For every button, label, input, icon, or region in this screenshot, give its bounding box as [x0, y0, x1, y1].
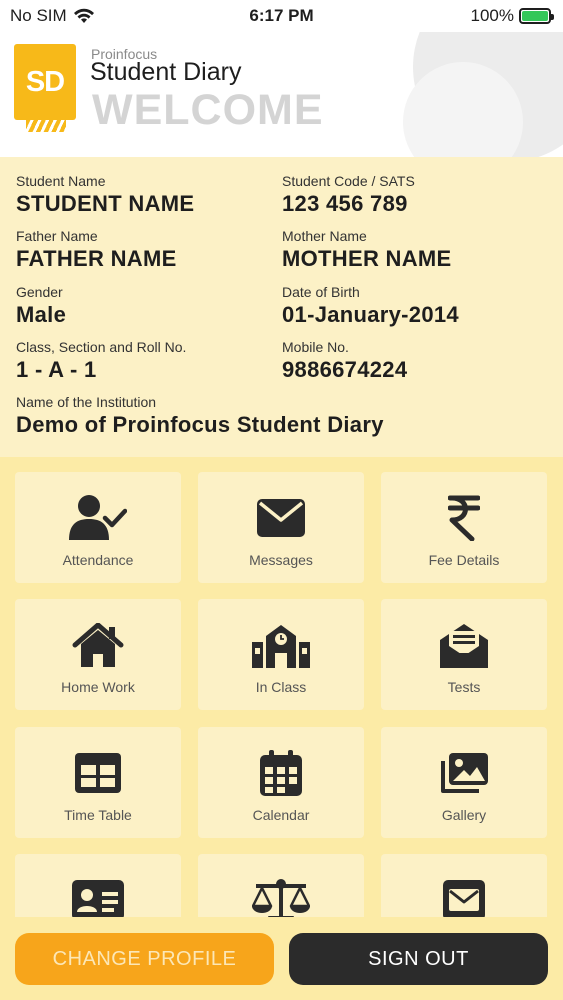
- field-value: 9886674224: [282, 357, 408, 382]
- field-mobile: Mobile No. 9886674224: [282, 339, 407, 383]
- field-father-name: Father Name FATHER NAME: [16, 228, 177, 272]
- bottom-bar: CHANGE PROFILE SIGN OUT: [0, 917, 563, 1000]
- tile-id-card[interactable]: [15, 854, 181, 917]
- field-value: 01-January-2014: [282, 302, 459, 327]
- student-profile: Student Name STUDENT NAME Student Code /…: [0, 157, 563, 457]
- logo-text: SD: [14, 44, 76, 120]
- tile-label: Calendar: [252, 807, 310, 823]
- app-header: SD Proinfocus Student Diary WELCOME: [0, 32, 563, 157]
- field-institution: Name of the Institution Demo of Proinfoc…: [16, 394, 384, 438]
- battery-icon: [519, 8, 554, 24]
- home-icon: [72, 621, 124, 669]
- field-label: Father Name: [16, 228, 98, 244]
- field-value: FATHER NAME: [16, 246, 177, 271]
- tile-tests[interactable]: Tests: [381, 599, 547, 710]
- tile-in-class[interactable]: In Class: [198, 599, 364, 710]
- field-student-name: Student Name STUDENT NAME: [16, 173, 194, 217]
- field-student-code: Student Code / SATS 123 456 789: [282, 173, 415, 217]
- field-label: Gender: [16, 284, 63, 300]
- field-value: Demo of Proinfocus Student Diary: [16, 412, 384, 437]
- field-class: Class, Section and Roll No. 1 - A - 1: [16, 339, 186, 383]
- envelope-square-icon: [443, 876, 485, 917]
- app-logo: SD: [14, 44, 76, 132]
- status-bar: No SIM 6:17 PM 100%: [0, 0, 563, 32]
- field-label: Name of the Institution: [16, 394, 157, 410]
- brand-title: Student Diary: [90, 58, 242, 86]
- tile-label: Time Table: [64, 807, 132, 823]
- logo-stripes: [26, 120, 66, 132]
- id-card-icon: [72, 876, 124, 917]
- field-mother-name: Mother Name MOTHER NAME: [282, 228, 452, 272]
- tile-label: Tests: [447, 679, 481, 695]
- tile-label: In Class: [255, 679, 307, 695]
- welcome-text: WELCOME: [92, 86, 324, 134]
- rupee-icon: [448, 494, 480, 542]
- tile-time-table[interactable]: Time Table: [15, 727, 181, 838]
- tile-label: Home Work: [61, 679, 135, 695]
- field-label: Class, Section and Roll No.: [16, 339, 187, 355]
- tile-home-work[interactable]: Home Work: [15, 599, 181, 710]
- battery-percent: 100%: [470, 6, 514, 25]
- attendance-icon: [69, 494, 127, 542]
- images-icon: [438, 749, 490, 797]
- status-right: 100%: [470, 6, 554, 26]
- balance-scale-icon: [252, 876, 310, 917]
- field-label: Mother Name: [282, 228, 367, 244]
- change-profile-button[interactable]: CHANGE PROFILE: [15, 933, 274, 985]
- tile-label: Messages: [249, 552, 313, 568]
- envelope-icon: [257, 494, 305, 542]
- tile-label: Attendance: [62, 552, 134, 568]
- envelope-open-text-icon: [440, 621, 488, 669]
- field-label: Date of Birth: [282, 284, 360, 300]
- tile-calendar[interactable]: Calendar: [198, 727, 364, 838]
- table-icon: [75, 749, 121, 797]
- school-icon: [252, 621, 310, 669]
- tile-scale[interactable]: [198, 854, 364, 917]
- tile-fee-details[interactable]: Fee Details: [381, 472, 547, 583]
- field-gender: Gender Male: [16, 284, 66, 328]
- tile-messages[interactable]: Messages: [198, 472, 364, 583]
- calendar-icon: [260, 749, 302, 797]
- tile-attendance[interactable]: Attendance: [15, 472, 181, 583]
- tile-gallery[interactable]: Gallery: [381, 727, 547, 838]
- field-value: MOTHER NAME: [282, 246, 452, 271]
- tile-label: Fee Details: [428, 552, 500, 568]
- menu-grid: Attendance Messages Fee Details Home Wor…: [0, 457, 563, 917]
- field-label: Student Code / SATS: [282, 173, 415, 189]
- field-label: Mobile No.: [282, 339, 349, 355]
- tile-mail[interactable]: [381, 854, 547, 917]
- sign-out-button[interactable]: SIGN OUT: [289, 933, 548, 985]
- field-value: 1 - A - 1: [16, 357, 97, 382]
- field-value: STUDENT NAME: [16, 191, 195, 216]
- field-value: 123 456 789: [282, 191, 408, 216]
- tile-label: Gallery: [441, 807, 487, 823]
- field-value: Male: [16, 302, 67, 327]
- field-dob: Date of Birth 01-January-2014: [282, 284, 459, 328]
- field-label: Student Name: [16, 173, 106, 189]
